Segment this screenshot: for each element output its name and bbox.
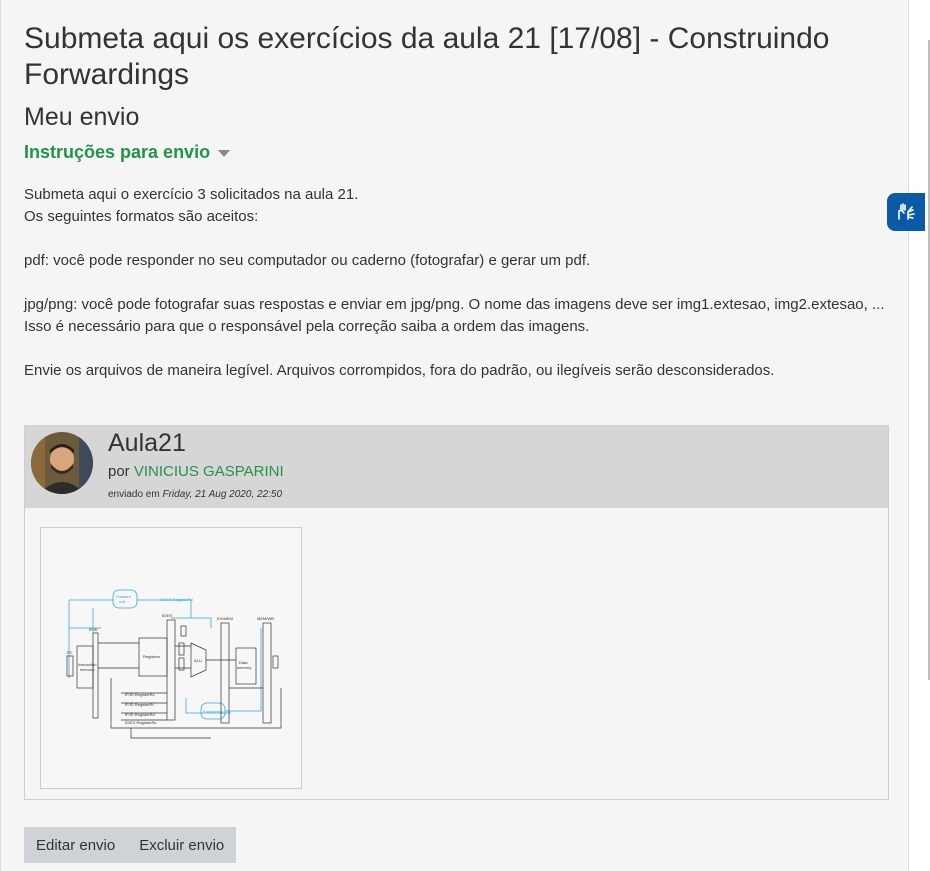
instruction-line: pdf: você pode responder no seu computad… [24, 252, 591, 269]
sent-prefix: enviado em [108, 489, 160, 500]
diagram-label-ifid-rd: IF/ID.RegisterRd [125, 712, 155, 717]
by-prefix: por [108, 463, 130, 480]
diagram-label-idex-rs: ID/EX.RegisterRs [125, 720, 156, 725]
submission-card: Aula21 por VINICIUS GASPARINI enviado em… [24, 425, 889, 800]
diagram-label-idex-regwrite: ID/EX.RegisterRd [161, 597, 193, 602]
instruction-line: jpg/png: você pode fotografar suas respo… [24, 296, 885, 313]
submission-actions: Editar envio Excluir envio [24, 827, 237, 863]
submission-author: por VINICIUS GASPARINI [108, 463, 284, 480]
delete-submission-button[interactable]: Excluir envio [127, 827, 236, 863]
instructions-toggle-label: Instruções para envio [24, 142, 211, 162]
diagram-label-ifid-rt: IF/ID.RegisterRt [125, 702, 155, 707]
diagram-label-memwb: MEM/WB [257, 616, 274, 621]
diagram-label-data-memory-2: memory [237, 665, 251, 670]
submission-title: Aula21 [108, 429, 186, 457]
submission-date: enviado em Friday, 21 Aug 2020, 22:50 [108, 489, 282, 500]
avatar[interactable] [31, 432, 93, 494]
diagram-label-registers: Registers [143, 654, 160, 659]
scrollbar-track[interactable] [909, 0, 930, 871]
page-title: Submeta aqui os exercícios da aula 21 [1… [24, 22, 830, 91]
diagram-label-ifid-rs: IF/ID.RegisterRs [125, 692, 155, 697]
edit-submission-button[interactable]: Editar envio [24, 827, 127, 863]
author-link[interactable]: VINICIUS GASPARINI [134, 463, 284, 480]
instruction-line: Envie os arquivos de maneira legível. Ar… [24, 362, 775, 379]
instruction-line: Isso é necessário para que o responsável… [24, 318, 590, 335]
diagram-label-forwarding-unit: Forwarding [203, 709, 223, 714]
caret-down-icon [218, 150, 231, 157]
submission-header: Aula21 por VINICIUS GASPARINI enviado em… [25, 426, 888, 508]
diagram-label-idex: ID/EX [162, 613, 173, 618]
pipeline-diagram: Forward unit ID/EX.RegisterRd Forwarding [41, 528, 301, 788]
diagram-label-exmem: EX/MEM [217, 616, 233, 621]
sent-date: Friday, 21 Aug 2020, 22:50 [162, 489, 283, 500]
diagram-label-pc: PC [67, 650, 73, 655]
hands-sign-language-icon[interactable] [887, 193, 925, 231]
page-subtitle: Meu envio [24, 103, 140, 131]
submission-image-thumbnail[interactable]: Forward unit ID/EX.RegisterRd Forwarding [40, 527, 302, 789]
instructions-text: Submeta aqui o exercício 3 solicitados n… [24, 184, 894, 382]
instructions-toggle[interactable]: Instruções para envio [24, 142, 231, 163]
diagram-label-forward-unit-2: unit [119, 599, 126, 604]
diagram-label-alu: ALU [194, 658, 202, 663]
diagram-label-ifid: IF/ID [89, 627, 98, 632]
instruction-line: Os seguintes formatos são aceitos: [24, 208, 259, 225]
instruction-line: Submeta aqui o exercício 3 solicitados n… [24, 186, 359, 203]
diagram-label-instruction-memory-2: memory [80, 667, 94, 672]
